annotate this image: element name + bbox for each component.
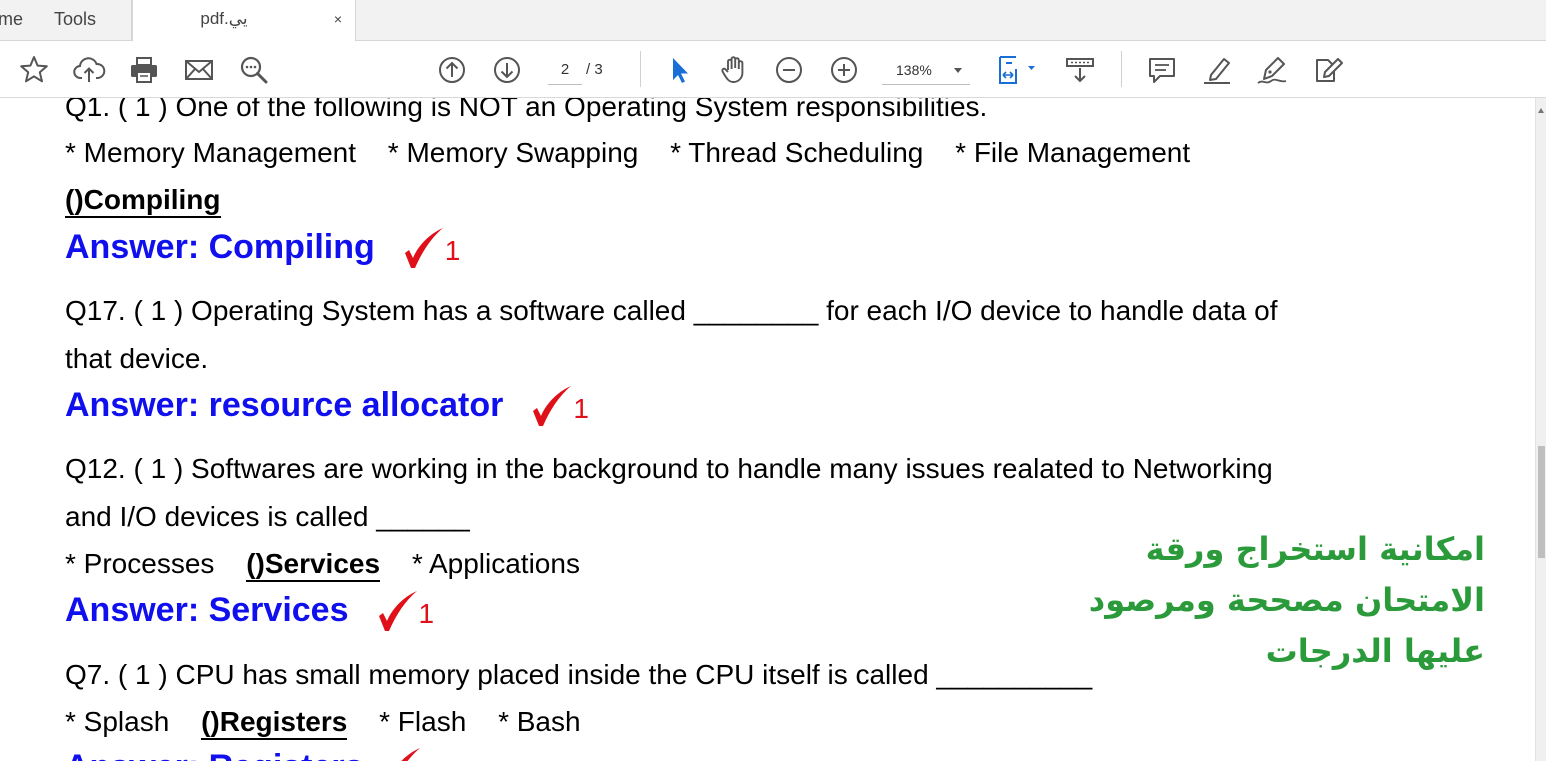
scroll-thumb[interactable]: [1538, 446, 1545, 558]
q12-question-line1: Q12. ( 1 ) Softwares are working in the …: [65, 453, 1273, 484]
highlight-icon[interactable]: [1200, 53, 1234, 87]
q7-answer: Answer: Registers: [65, 746, 440, 761]
q1-option: * Thread Scheduling: [670, 137, 924, 168]
check-icon: [533, 386, 572, 426]
print-icon[interactable]: [127, 53, 161, 87]
q12-question-line2: and I/O devices is called ______: [65, 500, 470, 534]
page-total: / 3: [586, 61, 603, 78]
star-icon[interactable]: [17, 53, 51, 87]
q7-blank: __________: [936, 659, 1093, 690]
q17-blank: ________: [693, 295, 819, 326]
q12-grade-mark: 1: [375, 589, 437, 635]
q7-option: * Splash: [65, 706, 170, 737]
toolbar-separator: [640, 51, 641, 87]
q12-answer-text: Answer: Services: [65, 590, 349, 629]
toolbar: 2 / 3 138%: [0, 41, 1546, 98]
q12-blank: ______: [376, 501, 470, 532]
q7-options: * Splash ()Registers * Flash * Bash: [65, 705, 605, 740]
q7-grade-mark: [378, 746, 440, 761]
comment-icon[interactable]: [1145, 53, 1179, 87]
q1-grade-mark: 1: [401, 226, 463, 272]
q17-question-text-b: for each I/O device to handle data of: [826, 295, 1278, 326]
q17-answer: Answer: resource allocator 1: [65, 384, 591, 430]
q12-options: * Processes ()Services * Applications: [65, 547, 604, 582]
q17-question-text-a: Q17. ( 1 ) Operating System has a softwa…: [65, 295, 686, 326]
sign-icon[interactable]: [1255, 53, 1289, 87]
q1-option: * Memory Swapping: [387, 137, 639, 168]
tab-home[interactable]: me: [0, 0, 32, 41]
q7-question: Q7. ( 1 ) CPU has small memory placed in…: [65, 658, 1092, 692]
q12-score: 1: [418, 598, 435, 629]
q17-question-line1: Q17. ( 1 ) Operating System has a softwa…: [65, 294, 1278, 328]
q7-question-text: Q7. ( 1 ) CPU has small memory placed in…: [65, 659, 929, 690]
q1-option: * Memory Management: [65, 137, 357, 168]
page-up-icon[interactable]: [435, 53, 469, 87]
check-icon: [404, 228, 443, 268]
hand-icon[interactable]: [717, 53, 751, 87]
page-down-icon[interactable]: [490, 53, 524, 87]
q1-option: * File Management: [955, 137, 1191, 168]
edit-pdf-icon[interactable]: [1310, 53, 1344, 87]
q12-option: * Processes: [65, 548, 215, 579]
q7-selected-option: ()Registers: [201, 706, 348, 740]
promo-line: امكانية استخراج ورقة: [1145, 530, 1485, 568]
check-icon: [400, 748, 420, 761]
scroll-up-icon[interactable]: [1538, 108, 1544, 113]
q17-answer-text: Answer: resource allocator: [65, 385, 504, 424]
promo-line: الامتحان مصححة ومرصود: [1088, 581, 1485, 619]
q12-selected-option: ()Services: [246, 548, 381, 582]
q1-selected-line: ()Compiling: [65, 183, 245, 218]
tab-tools[interactable]: Tools: [32, 0, 132, 41]
promo-overlay: امكانية استخراج ورقة الامتحان مصححة ومرص…: [1080, 524, 1485, 677]
promo-line: عليها الدرجات: [1265, 632, 1485, 670]
q17-question-line2: that device.: [65, 343, 209, 374]
mail-icon[interactable]: [182, 53, 216, 87]
q12-question-text: and I/O devices is called: [65, 501, 369, 532]
q1-options: * Memory Management * Memory Swapping * …: [65, 136, 1214, 170]
toolbar-separator: [1121, 51, 1122, 87]
fit-page-icon[interactable]: [993, 53, 1041, 87]
q12-answer: Answer: Services 1: [65, 589, 437, 635]
zoom-in-icon[interactable]: [827, 53, 861, 87]
cloud-upload-icon[interactable]: [72, 53, 106, 87]
zoom-out-icon[interactable]: [772, 53, 806, 87]
q7-option: * Bash: [498, 706, 581, 737]
q12-option: * Applications: [411, 548, 580, 579]
q17-grade-mark: 1: [529, 384, 591, 430]
q1-answer: Answer: Compiling 1: [65, 226, 463, 272]
chevron-down-icon: [954, 68, 962, 73]
tab-document[interactable]: pdf.يي ×: [132, 0, 356, 42]
page-number-input[interactable]: 2: [548, 57, 582, 85]
q7-option: * Flash: [379, 706, 467, 737]
q1-question: Q1. ( 1 ) One of the following is NOT an…: [65, 98, 988, 122]
zoom-value: 138%: [896, 62, 932, 78]
scrolling-mode-icon[interactable]: [1063, 53, 1097, 87]
check-icon: [378, 591, 417, 631]
select-cursor-icon[interactable]: [662, 53, 696, 87]
q7-answer-text: Answer: Registers: [65, 748, 364, 761]
q1-answer-text: Answer: Compiling: [65, 227, 375, 266]
pdf-page: Q1. ( 1 ) One of the following is NOT an…: [0, 98, 1535, 761]
close-icon[interactable]: ×: [331, 12, 345, 26]
q1-selected-option: ()Compiling: [65, 184, 221, 218]
vertical-scrollbar[interactable]: [1535, 98, 1546, 761]
tab-bar: me Tools pdf.يي ×: [0, 0, 1546, 42]
q17-score: 1: [573, 393, 589, 424]
q1-score: 1: [444, 235, 461, 266]
zoom-select[interactable]: 138%: [882, 57, 970, 85]
tab-document-label: pdf.يي: [200, 9, 248, 28]
find-zoom-icon[interactable]: [237, 53, 271, 87]
